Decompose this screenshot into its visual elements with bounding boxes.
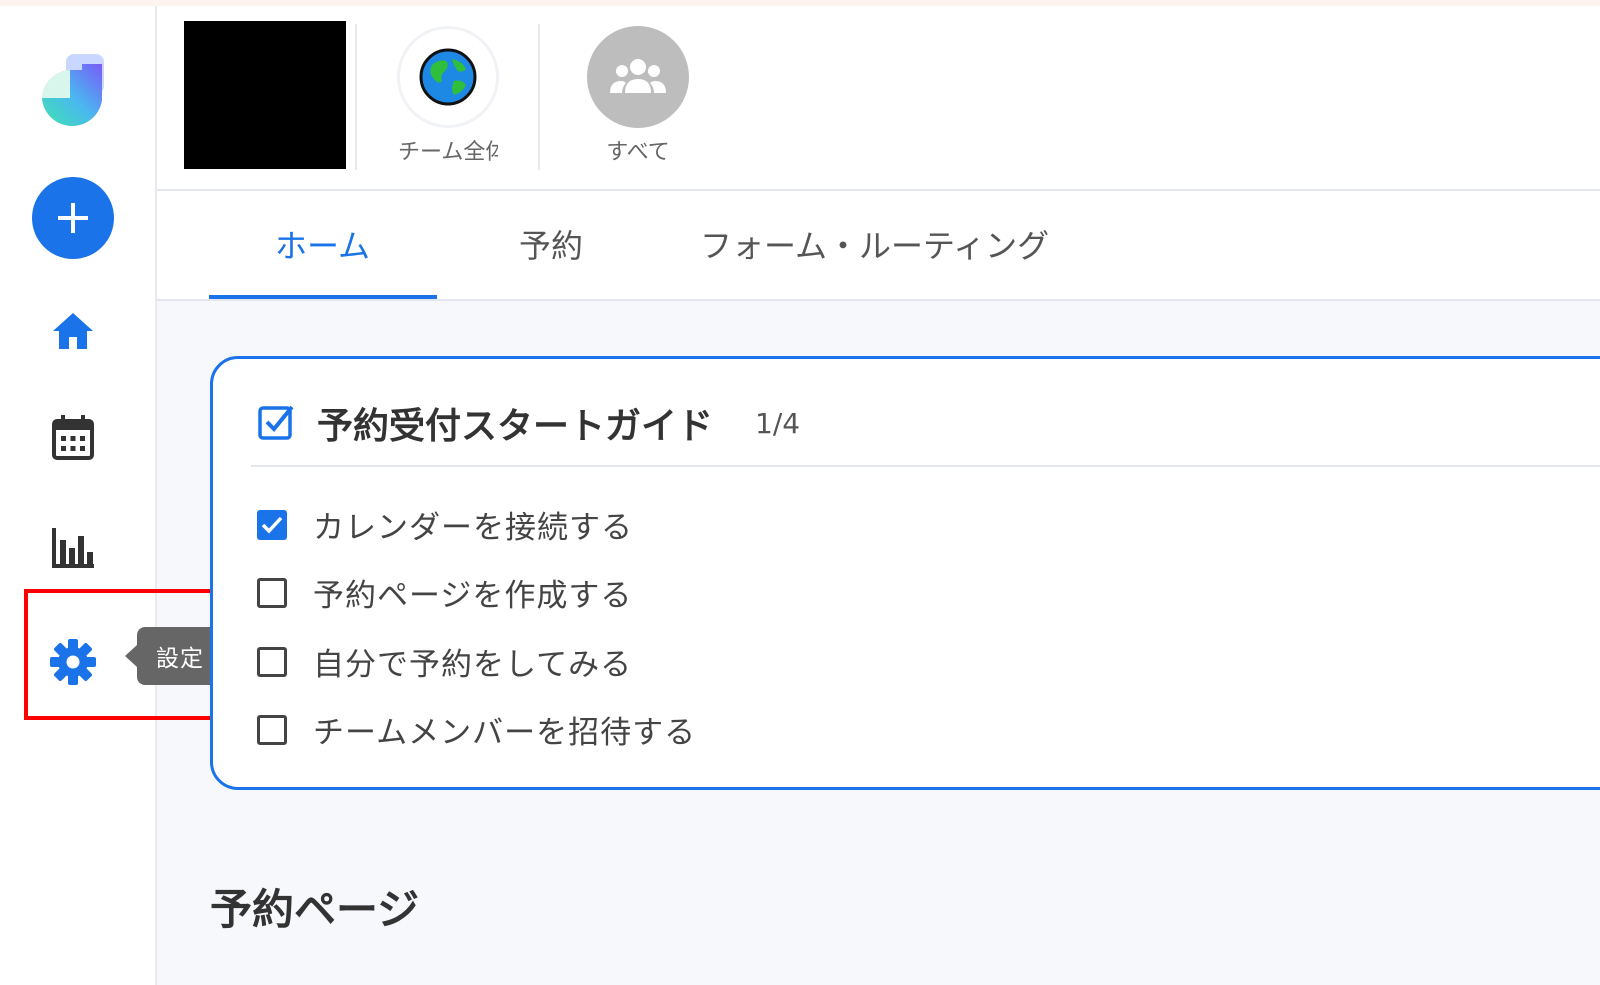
team-header: チーム全体 すべて <box>157 6 1600 191</box>
create-button[interactable] <box>32 177 114 259</box>
tab-forms-routing[interactable]: フォーム・ルーティング <box>700 221 1049 267</box>
sidebar-item-calendar[interactable] <box>44 408 102 466</box>
header-item-all[interactable]: すべて <box>578 26 698 166</box>
sidebar-item-home[interactable] <box>44 302 102 360</box>
main-tabs: ホーム 予約 フォーム・ルーティング <box>157 191 1600 301</box>
calendar-icon <box>52 415 94 460</box>
task-label: カレンダーを接続する <box>313 510 633 546</box>
home-icon <box>53 313 93 349</box>
guide-task[interactable]: チームメンバーを招待する <box>257 707 696 752</box>
team-avatar[interactable] <box>184 21 346 169</box>
all-avatar <box>587 26 689 128</box>
task-checkbox[interactable] <box>257 714 287 745</box>
sidebar-item-analytics[interactable] <box>44 519 102 577</box>
task-label: 予約ページを作成する <box>313 578 633 614</box>
task-label: チームメンバーを招待する <box>313 715 697 751</box>
guide-progress: 1/4 <box>755 407 801 440</box>
app-logo[interactable] <box>40 54 108 128</box>
globe-icon <box>419 48 477 106</box>
guide-divider <box>251 465 1600 467</box>
active-tab-indicator <box>209 295 437 299</box>
guide-title: 予約受付スタートガイド <box>317 406 714 447</box>
plus-icon <box>58 203 88 233</box>
task-checkbox[interactable] <box>257 646 287 677</box>
checkmark-icon <box>261 516 283 534</box>
task-checkbox[interactable] <box>257 577 287 608</box>
header-item-label: チーム全体 <box>398 140 498 165</box>
bar-chart-icon <box>52 528 94 568</box>
sidebar <box>0 6 157 985</box>
tab-booking[interactable]: 予約 <box>519 221 583 267</box>
tab-home[interactable]: ホーム <box>275 221 370 267</box>
group-icon <box>610 59 666 93</box>
header-item-team-all[interactable]: チーム全体 <box>388 26 508 166</box>
header-item-label: すべて <box>606 140 670 165</box>
header-divider <box>538 24 540 170</box>
team-all-avatar <box>397 26 499 128</box>
checklist-icon <box>257 403 295 445</box>
header-divider <box>355 24 357 170</box>
guide-task[interactable]: カレンダーを接続する <box>257 502 633 547</box>
task-label: 自分で予約をしてみる <box>313 647 633 683</box>
guide-task[interactable]: 自分で予約をしてみる <box>257 639 632 684</box>
guide-task[interactable]: 予約ページを作成する <box>257 570 632 615</box>
booking-pages-heading: 予約ページ <box>210 885 420 934</box>
start-guide-card: 予約受付スタートガイド 1/4 カレンダーを接続する 予約ページを作成する 自分… <box>210 356 1600 790</box>
task-checkbox[interactable] <box>257 509 287 540</box>
